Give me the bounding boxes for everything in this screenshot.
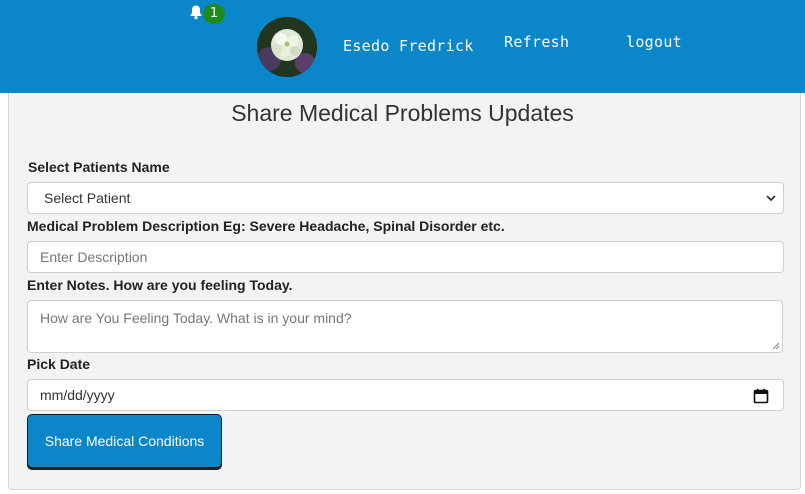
calendar-icon[interactable] xyxy=(753,388,769,404)
date-placeholder: mm/dd/yyyy xyxy=(40,387,115,403)
user-name: Esedo Fredrick xyxy=(343,37,474,55)
share-medical-conditions-button[interactable]: Share Medical Conditions xyxy=(27,414,222,468)
avatar[interactable] xyxy=(257,17,317,77)
resize-grip-icon[interactable] xyxy=(772,342,780,350)
notes-textarea[interactable]: How are You Feeling Today. What is in yo… xyxy=(27,300,783,353)
top-navbar: 1 Esedo Fredrick Refresh logout xyxy=(0,0,805,93)
date-input[interactable]: mm/dd/yyyy xyxy=(27,379,784,411)
page-title: Share Medical Problems Updates xyxy=(231,100,574,126)
flower-avatar-image xyxy=(257,17,317,77)
chevron-down-icon xyxy=(766,195,776,202)
notification-count-badge: 1 xyxy=(203,4,225,24)
logout-link[interactable]: logout xyxy=(626,33,682,51)
patient-select-value: Select Patient xyxy=(44,190,131,206)
description-placeholder: Enter Description xyxy=(40,249,148,265)
date-label: Pick Date xyxy=(27,356,91,372)
notes-placeholder: How are You Feeling Today. What is in yo… xyxy=(40,310,352,326)
patient-label: Select Patients Name xyxy=(28,159,170,175)
description-input[interactable]: Enter Description xyxy=(27,241,784,273)
description-label: Medical Problem Description Eg: Severe H… xyxy=(27,218,505,234)
patient-select[interactable]: Select Patient xyxy=(27,182,784,214)
notes-label: Enter Notes. How are you feeling Today. xyxy=(27,277,293,293)
refresh-link[interactable]: Refresh xyxy=(504,33,569,51)
notification-bell-icon[interactable] xyxy=(188,4,204,20)
